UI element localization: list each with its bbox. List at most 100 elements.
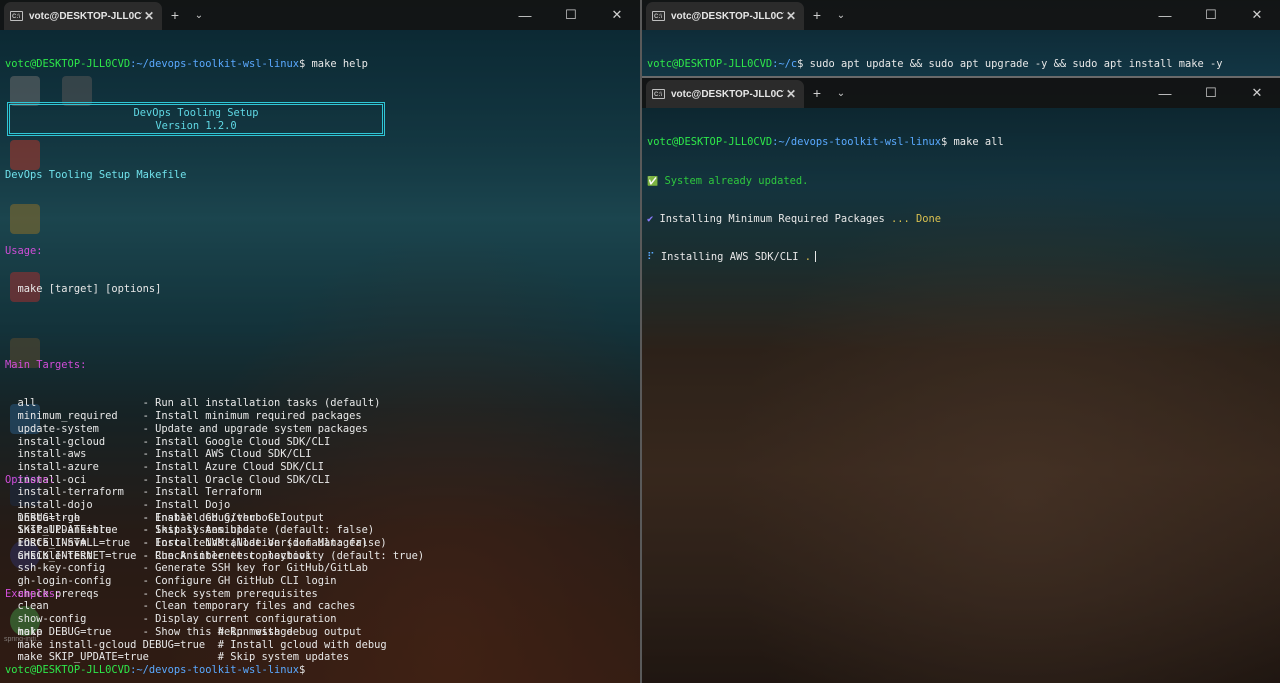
target-description: - Check system prerequisites bbox=[142, 587, 318, 600]
example-comment: # Run with debug output bbox=[217, 626, 362, 639]
targets-heading: Main Targets: bbox=[5, 359, 87, 372]
close-window-button[interactable]: ✕ bbox=[1234, 7, 1280, 23]
option-name: SKIP_UPDATE=true bbox=[5, 524, 143, 537]
command-text: make help bbox=[305, 58, 368, 71]
terminal-tab[interactable]: C:\ votc@DESKTOP-JLL0CVD: ~/c ✕ bbox=[646, 80, 804, 108]
terminal-tab[interactable]: C:\ votc@DESKTOP-JLL0CVD: ~/c ✕ bbox=[4, 2, 162, 30]
minimize-button[interactable]: — bbox=[1142, 8, 1188, 23]
terminal-output[interactable]: votc@DESKTOP-JLL0CVD:~/devops-toolkit-ws… bbox=[5, 33, 636, 683]
close-window-button[interactable]: ✕ bbox=[1234, 85, 1280, 101]
text-cursor bbox=[815, 250, 817, 262]
close-tab-icon[interactable]: ✕ bbox=[784, 9, 798, 23]
target-description: - Generate SSH key for GitHub/GitLab bbox=[142, 562, 368, 575]
target-row: show-config - Display current configurat… bbox=[5, 613, 636, 626]
target-row: install-azure - Install Azure Cloud SDK/… bbox=[5, 461, 636, 474]
target-description: - Install minimum required packages bbox=[142, 410, 362, 423]
tab-title: votc@DESKTOP-JLL0CVD: ~/c bbox=[671, 10, 784, 22]
banner-title: DevOps Tooling Setup bbox=[133, 106, 259, 119]
status-text: Installing AWS SDK/CLI bbox=[654, 250, 805, 263]
tab-bar: C:\ votc@DESKTOP-JLL0CVD: ~/c ✕ + ⌄ — ☐ … bbox=[642, 0, 1280, 30]
chevron-down-icon[interactable]: ⌄ bbox=[830, 88, 852, 99]
target-description: - Configure GH GitHub CLI login bbox=[142, 575, 337, 588]
option-description: - Force reinstallation (default: false) bbox=[142, 537, 387, 550]
status-text: System already updated. bbox=[658, 174, 809, 187]
target-description: - Install Oracle Cloud SDK/CLI bbox=[142, 473, 331, 486]
command-text: make all bbox=[947, 136, 1004, 149]
target-row: update-system - Update and upgrade syste… bbox=[5, 423, 636, 436]
target-name: install-aws bbox=[5, 448, 143, 461]
targets-list: all - Run all installation tasks (defaul… bbox=[5, 397, 636, 637]
close-tab-icon[interactable]: ✕ bbox=[142, 9, 156, 23]
option-description: - Check internet connectivity (default: … bbox=[142, 549, 425, 562]
prompt-symbol: $ bbox=[299, 664, 306, 677]
terminal-icon: C:\ bbox=[652, 89, 665, 99]
target-name: update-system bbox=[5, 422, 143, 435]
spinner-icon: ⠏ bbox=[647, 250, 655, 263]
examples-list: make DEBUG=true # Run with debug output … bbox=[5, 626, 636, 663]
example-command: make DEBUG=true bbox=[5, 626, 218, 639]
maximize-button[interactable]: ☐ bbox=[548, 7, 594, 23]
bottom-right-terminal-window[interactable]: C:\ votc@DESKTOP-JLL0CVD: ~/c ✕ + ⌄ — ☐ … bbox=[642, 78, 1280, 683]
target-name: clean bbox=[5, 600, 143, 613]
prompt-path: :~/c bbox=[772, 58, 798, 71]
terminal-output[interactable]: votc@DESKTOP-JLL0CVD:~/devops-toolkit-ws… bbox=[647, 111, 1276, 289]
target-description: - Clean temporary files and caches bbox=[142, 600, 356, 613]
status-line: ⠏ Installing AWS SDK/CLI . bbox=[647, 250, 1276, 264]
terminal-output[interactable]: votc@DESKTOP-JLL0CVD:~/c$ sudo apt updat… bbox=[647, 33, 1276, 76]
tab-bar: C:\ votc@DESKTOP-JLL0CVD: ~/c ✕ + ⌄ — ☐ … bbox=[0, 0, 640, 30]
target-name: show-config bbox=[5, 613, 143, 626]
tab-title: votc@DESKTOP-JLL0CVD: ~/c bbox=[29, 10, 142, 22]
target-name: install-dojo bbox=[5, 498, 143, 511]
option-description: - Skip system update (default: false) bbox=[142, 524, 375, 537]
option-description: - Enable debug/verbose output bbox=[142, 511, 325, 524]
new-tab-button[interactable]: + bbox=[806, 85, 828, 101]
prompt-line: votc@DESKTOP-JLL0CVD:~/devops-toolkit-ws… bbox=[5, 664, 636, 677]
target-name: all bbox=[5, 397, 143, 410]
option-name: CHECK_INTERNET=true bbox=[5, 549, 143, 562]
option-name: FORCE_INSTALL=true bbox=[5, 537, 143, 550]
minimize-button[interactable]: — bbox=[502, 8, 548, 23]
option-row: FORCE_INSTALL=true - Force reinstallatio… bbox=[5, 537, 636, 550]
target-row: install-dojo - Install Dojo bbox=[5, 499, 636, 512]
maximize-button[interactable]: ☐ bbox=[1188, 85, 1234, 101]
check-mark-icon: ✅ bbox=[647, 176, 659, 187]
target-row: install-terraform - Install Terraform bbox=[5, 486, 636, 499]
example-command: make SKIP_UPDATE=true bbox=[5, 651, 218, 664]
target-description: - Install Dojo bbox=[142, 498, 231, 511]
terminal-tab[interactable]: C:\ votc@DESKTOP-JLL0CVD: ~/c ✕ bbox=[646, 2, 804, 30]
target-description: - Install Azure Cloud SDK/CLI bbox=[142, 460, 325, 473]
close-tab-icon[interactable]: ✕ bbox=[784, 87, 798, 101]
target-row: minimum_required - Install minimum requi… bbox=[5, 410, 636, 423]
banner-box: DevOps Tooling Setup Version 1.2.0 bbox=[7, 101, 385, 136]
chevron-down-icon[interactable]: ⌄ bbox=[188, 10, 210, 21]
chevron-down-icon[interactable]: ⌄ bbox=[830, 10, 852, 21]
prompt-line: votc@DESKTOP-JLL0CVD:~/devops-toolkit-ws… bbox=[5, 58, 636, 71]
tab-bar: C:\ votc@DESKTOP-JLL0CVD: ~/c ✕ + ⌄ — ☐ … bbox=[642, 78, 1280, 108]
target-row: clean - Clean temporary files and caches bbox=[5, 600, 636, 613]
target-description: - Install Google Cloud SDK/CLI bbox=[142, 435, 331, 448]
example-comment: # Install gcloud with debug bbox=[217, 638, 387, 651]
example-row: make install-gcloud DEBUG=true # Install… bbox=[5, 639, 636, 652]
target-description: - Install AWS Cloud SDK/CLI bbox=[142, 448, 312, 461]
minimize-button[interactable]: — bbox=[1142, 86, 1188, 101]
target-row: install-aws - Install AWS Cloud SDK/CLI bbox=[5, 448, 636, 461]
status-line: ✔ Installing Minimum Required Packages .… bbox=[647, 213, 1276, 226]
example-row: make DEBUG=true # Run with debug output bbox=[5, 626, 636, 639]
top-right-terminal-window[interactable]: C:\ votc@DESKTOP-JLL0CVD: ~/c ✕ + ⌄ — ☐ … bbox=[642, 0, 1280, 76]
options-list: DEBUG=true - Enable debug/verbose output… bbox=[5, 512, 636, 562]
target-name: install-gcloud bbox=[5, 435, 143, 448]
target-description: - Run all installation tasks (default) bbox=[142, 397, 381, 410]
target-name: install-azure bbox=[5, 460, 143, 473]
command-text: sudo apt update && sudo apt upgrade -y &… bbox=[803, 58, 1223, 71]
new-tab-button[interactable]: + bbox=[164, 7, 186, 23]
maximize-button[interactable]: ☐ bbox=[1188, 7, 1234, 23]
left-terminal-window[interactable]: spring-initi... C:\ votc@DESKTOP-JLL0CVD… bbox=[0, 0, 640, 683]
close-window-button[interactable]: ✕ bbox=[594, 7, 640, 23]
usage-heading: Usage: bbox=[5, 245, 43, 258]
new-tab-button[interactable]: + bbox=[806, 7, 828, 23]
example-row: make SKIP_UPDATE=true # Skip system upda… bbox=[5, 651, 636, 664]
option-row: DEBUG=true - Enable debug/verbose output bbox=[5, 512, 636, 525]
prompt-line: votc@DESKTOP-JLL0CVD:~/devops-toolkit-ws… bbox=[647, 136, 1276, 149]
target-row: ssh-key-config - Generate SSH key for Gi… bbox=[5, 562, 636, 575]
prompt-user: votc@DESKTOP-JLL0CVD bbox=[5, 664, 131, 677]
